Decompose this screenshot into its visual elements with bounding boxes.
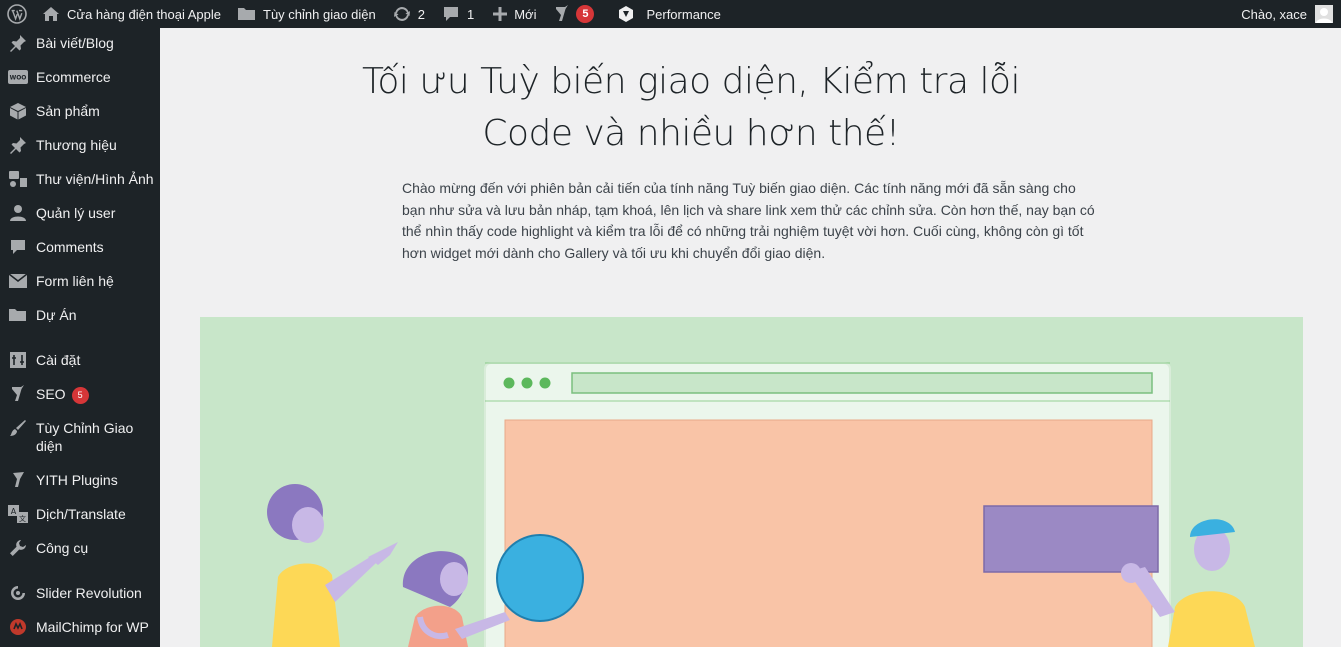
media-icon [0,169,36,189]
sidebar-item-label: Quản lý user [36,205,116,221]
comment-icon [0,237,36,257]
yith-icon [0,470,36,490]
sidebar-item-label: Công cụ [36,540,89,556]
comments-count: 1 [466,6,475,22]
sidebar-item-label: Thư viện/Hình Ảnh [36,171,154,187]
admin-sidebar: Bài viết/Blog WOO Ecommerce Sản phẩm Thư… [0,28,160,647]
sidebar-item-users[interactable]: Quản lý user [0,203,160,223]
translate-icon: A文 [0,504,36,524]
sidebar-item-label: Sản phẩm [36,103,100,119]
sidebar-item-slider-revolution[interactable]: Slider Revolution [0,583,160,603]
updates-icon [392,4,412,24]
comment-icon [441,4,461,24]
sidebar-item-label: Thương hiệu [36,137,117,153]
sidebar-item-seo-wrap: SEO 5 [36,384,89,404]
sidebar-item-label: Bài viết/Blog [36,35,114,51]
sidebar-item-label: YITH Plugins [36,472,118,488]
woo-icon: WOO [0,67,36,87]
site-name-menu[interactable]: Cửa hàng điện thoại Apple [33,0,229,28]
brush-icon [0,418,36,438]
mail-icon [0,271,36,291]
greeting-label: Chào, xace [1241,6,1307,22]
svg-text:A: A [11,507,17,516]
sidebar-item-label: Ecommerce [36,69,111,85]
sidebar-item-appearance[interactable]: Tùy Chỉnh Giao diện [0,418,160,455]
sidebar-item-label: Cài đặt [36,352,81,368]
folder-icon [0,305,36,325]
settings-icon [0,350,36,370]
updates-count: 2 [417,6,425,22]
customize-menu[interactable]: Tùy chỉnh giao diện [229,0,384,28]
customize-label: Tùy chỉnh giao diện [263,6,376,22]
seo-menu[interactable]: 5 [544,0,602,28]
svg-text:文: 文 [19,514,26,523]
pin-icon [0,135,36,155]
home-icon [41,4,61,24]
yoast-icon [0,384,36,404]
sidebar-item-label: Dịch/Translate [36,506,126,522]
user-icon [0,203,36,223]
folder-icon [237,4,257,24]
sidebar-item-settings[interactable]: Cài đặt [0,350,160,370]
plus-icon [490,4,510,24]
wordpress-icon [7,4,27,24]
sidebar-item-mailchimp[interactable]: MailChimp for WP [0,617,160,637]
sidebar-item-label: Form liên hệ [36,273,114,289]
sidebar-item-translate[interactable]: A文 Dịch/Translate [0,504,160,524]
yoast-icon [552,4,572,24]
performance-label: Performance [646,6,721,22]
sidebar-item-comments[interactable]: Comments [0,237,160,257]
hero-illustration [200,317,1303,647]
new-content-menu[interactable]: Mới [482,0,544,28]
sidebar-item-label: MailChimp for WP [36,619,149,635]
sidebar-item-posts[interactable]: Bài viết/Blog [0,33,160,53]
pin-icon [0,33,36,53]
mailchimp-icon [0,617,36,637]
sidebar-item-tools[interactable]: Công cụ [0,538,160,558]
avatar [1315,5,1333,23]
sidebar-item-label: Dự Án [36,307,77,323]
seo-count-badge: 5 [71,386,89,404]
wordpress-logo-menu[interactable] [0,0,33,28]
wrench-icon [0,538,36,558]
sidebar-item-contact-form[interactable]: Form liên hệ [0,271,160,291]
sidebar-item-label: Slider Revolution [36,585,142,601]
sidebar-item-seo[interactable]: SEO 5 [0,384,160,404]
box-icon [0,101,36,121]
sidebar-item-label: SEO [36,386,66,402]
main-content: Tối ưu Tuỳ biến giao diện, Kiểm tra lỗi … [160,28,1341,647]
sidebar-item-ecommerce[interactable]: WOO Ecommerce [0,67,160,87]
updates-menu[interactable]: 2 [384,0,433,28]
sidebar-item-products[interactable]: Sản phẩm [0,101,160,121]
performance-icon [616,4,636,24]
sidebar-item-yith[interactable]: YITH Plugins [0,470,160,490]
site-name-label: Cửa hàng điện thoại Apple [67,6,221,22]
sidebar-item-label: Comments [36,239,104,255]
seo-count-badge: 5 [576,5,595,23]
customizer-illustration [267,362,1255,647]
refresh-icon [0,583,36,603]
page-title: Tối ưu Tuỳ biến giao diện, Kiểm tra lỗi … [361,61,1021,154]
admin-bar: Cửa hàng điện thoại Apple Tùy chỉnh giao… [0,0,1341,28]
sidebar-item-brands[interactable]: Thương hiệu [0,135,160,155]
svg-text:WOO: WOO [10,75,27,82]
sidebar-item-label: Tùy Chỉnh Giao diện [36,420,134,454]
my-account-menu[interactable]: Chào, xace [1233,0,1341,28]
sidebar-item-media[interactable]: Thư viện/Hình Ảnh [0,169,160,189]
intro-paragraph: Chào mừng đến với phiên bản cải tiến của… [402,180,1095,261]
comments-menu[interactable]: 1 [433,0,482,28]
performance-menu[interactable]: Performance [602,0,728,28]
sidebar-item-projects[interactable]: Dự Án [0,305,160,325]
new-label: Mới [514,6,537,22]
